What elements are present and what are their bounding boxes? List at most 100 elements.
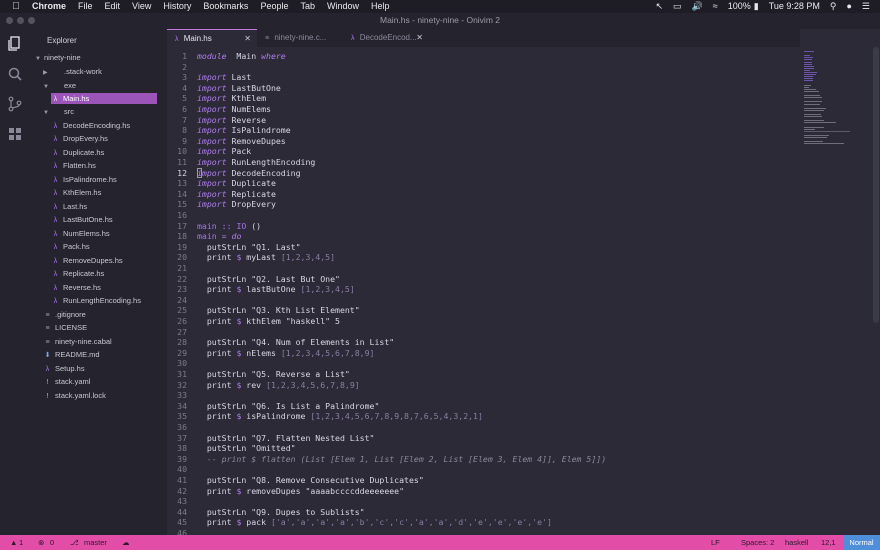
- tree-folder[interactable]: ▼ src: [43, 106, 74, 117]
- code-line[interactable]: 26 print $ kthElem "haskell" 5: [167, 316, 800, 327]
- close-icon[interactable]: ✕: [416, 29, 423, 47]
- tree-file[interactable]: λ Last.hs: [51, 201, 87, 212]
- code-line[interactable]: 28 putStrLn "Q4. Num of Elements in List…: [167, 337, 800, 348]
- menu-bookmarks[interactable]: Bookmarks: [203, 0, 248, 13]
- warning-icon[interactable]: ⊗: [38, 535, 44, 550]
- menu-help[interactable]: Help: [371, 0, 390, 13]
- code-line[interactable]: 12 import DecodeEncoding: [167, 167, 800, 179]
- code-line[interactable]: 3 import Last: [167, 72, 800, 83]
- code-line[interactable]: 37 putStrLn "Q7. Flatten Nested List": [167, 433, 800, 444]
- code-line[interactable]: 9 import RemoveDupes: [167, 136, 800, 147]
- code-line[interactable]: 22 putStrLn "Q2. Last But One": [167, 274, 800, 285]
- tree-folder[interactable]: ▼ exe: [43, 80, 76, 91]
- volume-icon[interactable]: 🔊: [692, 0, 703, 13]
- code-editor[interactable]: 1 module Main where 2 3 import Last 4 import L…: [167, 47, 800, 535]
- code-line[interactable]: 7 import Reverse: [167, 115, 800, 126]
- code-line[interactable]: 20 print $ myLast [1,2,3,4,5]: [167, 252, 800, 263]
- files-icon[interactable]: [7, 35, 23, 51]
- line-ending[interactable]: LF: [711, 535, 720, 550]
- spotlight-search-icon[interactable]: ⚲: [830, 0, 837, 13]
- code-line[interactable]: 18 main = do: [167, 231, 800, 242]
- menu-history[interactable]: History: [163, 0, 191, 13]
- menu-tab[interactable]: Tab: [300, 0, 315, 13]
- scrollbar-thumb[interactable]: [873, 47, 879, 323]
- code-line[interactable]: 36: [167, 422, 800, 433]
- vim-mode[interactable]: Normal: [843, 535, 880, 550]
- tree-file[interactable]: λ DropEvery.hs: [51, 133, 108, 144]
- tree-file[interactable]: λ RunLengthEncoding.hs: [51, 295, 141, 306]
- tree-file[interactable]: ≡ .gitignore: [43, 309, 85, 320]
- branch-icon[interactable]: ⎇: [70, 535, 79, 550]
- location-arrow-icon[interactable]: ↖: [655, 0, 663, 13]
- search-icon[interactable]: [7, 66, 23, 82]
- code-line[interactable]: 10 import Pack: [167, 146, 800, 157]
- menu-view[interactable]: View: [132, 0, 151, 13]
- tab-decode-encoding[interactable]: λ DecodeEncod... ✕: [343, 29, 433, 47]
- tree-file[interactable]: λ IsPalindrome.hs: [51, 174, 117, 185]
- notification-center-icon[interactable]: ☰: [862, 0, 870, 13]
- code-line[interactable]: 16: [167, 210, 800, 221]
- extensions-icon[interactable]: [7, 126, 23, 142]
- tree-file[interactable]: λ Main.hs: [51, 93, 157, 104]
- tree-file[interactable]: λ KthElem.hs: [51, 187, 102, 198]
- code-line[interactable]: 29 print $ nElems [1,2,3,4,5,6,7,8,9]: [167, 348, 800, 359]
- code-line[interactable]: 27: [167, 327, 800, 338]
- battery-percent[interactable]: 100%: [728, 0, 751, 13]
- tree-file[interactable]: λ Flatten.hs: [51, 160, 96, 171]
- tree-file[interactable]: λ Setup.hs: [43, 363, 85, 374]
- code-line[interactable]: 40: [167, 464, 800, 475]
- tree-folder[interactable]: ▶ .stack-work: [43, 66, 102, 77]
- menu-window[interactable]: Window: [327, 0, 359, 13]
- tree-file[interactable]: λ RemoveDupes.hs: [51, 255, 123, 266]
- indentation[interactable]: Spaces: 2: [741, 535, 774, 550]
- code-line[interactable]: 23 print $ lastButOne [1,2,3,4,5]: [167, 284, 800, 295]
- code-line[interactable]: 45 print $ pack ['a','a','a','a','b','c'…: [167, 517, 800, 528]
- menu-app-chrome[interactable]: Chrome: [32, 0, 66, 13]
- close-icon[interactable]: ✕: [244, 30, 251, 48]
- code-line[interactable]: 39 -- print $ flatten (List [Elem 1, Lis…: [167, 454, 800, 465]
- apple-icon[interactable]: : [10, 1, 22, 12]
- code-line[interactable]: 38 putStrLn "Omitted": [167, 443, 800, 454]
- tree-file[interactable]: λ LastButOne.hs: [51, 214, 113, 225]
- code-line[interactable]: 6 import NumElems: [167, 104, 800, 115]
- code-line[interactable]: 5 import KthElem: [167, 93, 800, 104]
- code-line[interactable]: 42 print $ removeDupes "aaaabccccddeeeee…: [167, 486, 800, 497]
- tree-file[interactable]: λ Pack.hs: [51, 241, 90, 252]
- code-line[interactable]: 34 putStrLn "Q6. Is List a Palindrome": [167, 401, 800, 412]
- code-line[interactable]: 13 import Duplicate: [167, 178, 800, 189]
- code-line[interactable]: 2: [167, 62, 800, 73]
- wifi-icon[interactable]: ≈: [713, 0, 718, 13]
- code-line[interactable]: 31 putStrLn "Q5. Reverse a List": [167, 369, 800, 380]
- menu-people[interactable]: People: [260, 0, 288, 13]
- tree-file[interactable]: ! stack.yaml.lock: [43, 390, 106, 401]
- tree-file[interactable]: λ Replicate.hs: [51, 268, 105, 279]
- menu-edit[interactable]: Edit: [105, 0, 121, 13]
- tree-root-folder[interactable]: ▼ ninety-nine: [35, 52, 81, 63]
- airplay-icon[interactable]: ▭: [673, 0, 682, 13]
- tab-cabal[interactable]: ≡ ninety-nine.c...: [257, 29, 343, 47]
- siri-icon[interactable]: ●: [846, 0, 851, 13]
- code-line[interactable]: 14 import Replicate: [167, 189, 800, 200]
- error-icon[interactable]: ▲: [10, 535, 17, 550]
- cursor-position[interactable]: 12,1: [821, 535, 836, 550]
- code-line[interactable]: 17 main :: IO (): [167, 221, 800, 232]
- code-line[interactable]: 1 module Main where: [167, 51, 800, 62]
- language-mode[interactable]: haskell: [785, 535, 808, 550]
- code-line[interactable]: 44 putStrLn "Q9. Dupes to Sublists": [167, 507, 800, 518]
- tree-file[interactable]: ⬇ README.md: [43, 349, 100, 360]
- tree-file[interactable]: ≡ ninety-nine.cabal: [43, 336, 111, 347]
- code-line[interactable]: 35 print $ isPalindrome [1,2,3,4,5,6,7,8…: [167, 411, 800, 422]
- code-line[interactable]: 25 putStrLn "Q3. Kth List Element": [167, 305, 800, 316]
- source-control-icon[interactable]: [7, 96, 23, 112]
- code-line[interactable]: 41 putStrLn "Q8. Remove Consecutive Dupl…: [167, 475, 800, 486]
- tree-file[interactable]: λ Reverse.hs: [51, 282, 101, 293]
- code-line[interactable]: 4 import LastButOne: [167, 83, 800, 94]
- minimap[interactable]: [800, 47, 872, 535]
- code-line[interactable]: 21: [167, 263, 800, 274]
- tree-file[interactable]: λ Duplicate.hs: [51, 147, 105, 158]
- sync-icon[interactable]: ☁: [122, 535, 130, 550]
- warning-count[interactable]: 0: [50, 535, 54, 550]
- menubar-clock[interactable]: Tue 9:28 PM: [769, 0, 820, 13]
- error-count[interactable]: 1: [19, 535, 23, 550]
- code-line[interactable]: 11 import RunLengthEncoding: [167, 157, 800, 168]
